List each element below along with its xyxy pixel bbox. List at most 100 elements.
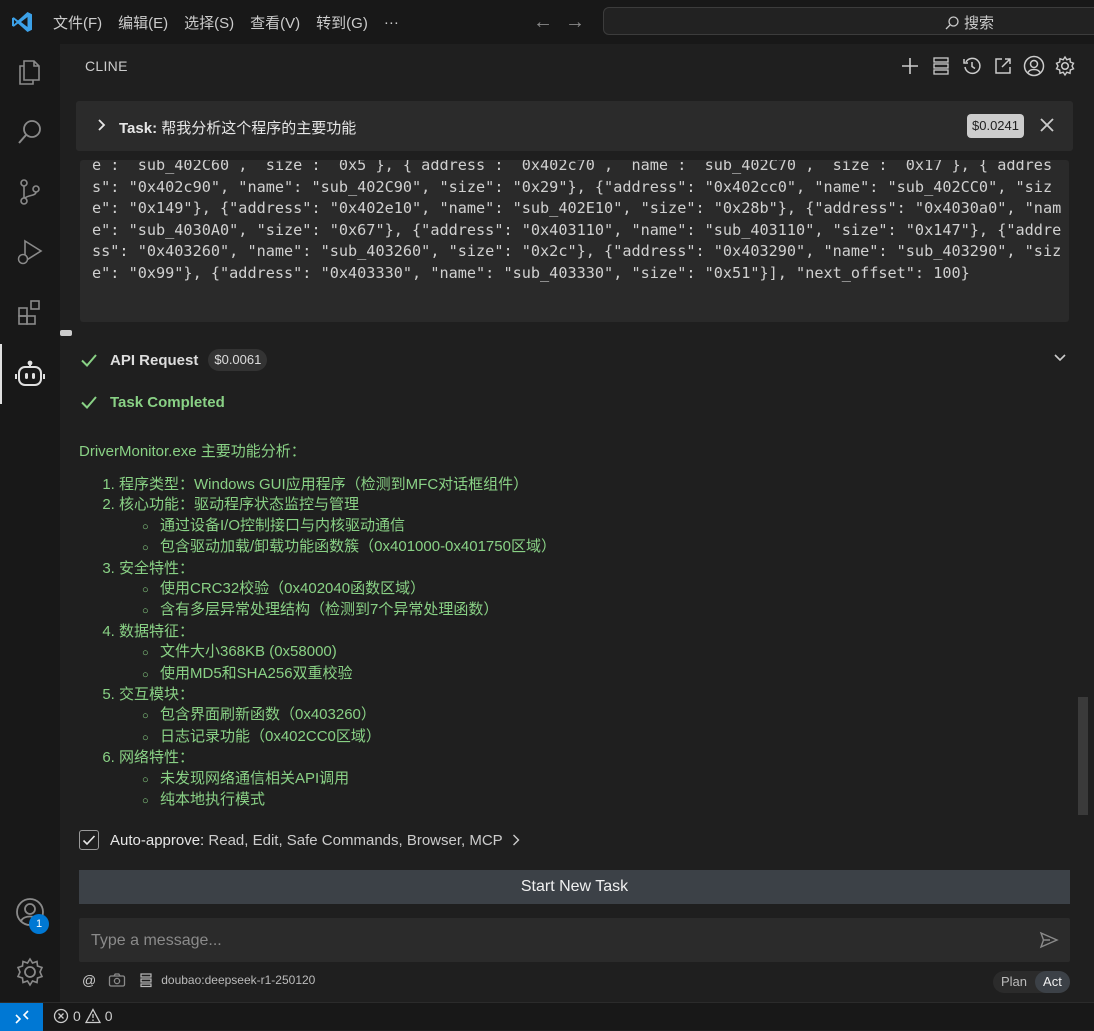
task-cost-badge: $0.0241: [967, 114, 1024, 138]
result-text: DriverMonitor.exe 主要功能分析： 程序类型：Windows G…: [79, 440, 556, 812]
search-icon: [945, 15, 959, 29]
result-item: 网络特性： 未发现网络通信相关API调用 纯本地执行模式: [119, 748, 556, 811]
account-circle-icon[interactable]: [1022, 54, 1046, 78]
command-center-search[interactable]: 搜索: [603, 7, 1094, 35]
result-subitem: 文件大小368KB (0x58000): [160, 642, 556, 663]
title-bar: 文件(F) 编辑(E) 选择(S) 查看(V) 转到(G) ··· ← → 搜索: [0, 0, 1094, 44]
activity-bar: 1: [0, 44, 60, 1002]
result-subitem: 使用MD5和SHA256双重校验: [160, 664, 556, 685]
auto-approve-checkbox[interactable]: [79, 830, 99, 850]
search-view-icon[interactable]: [12, 114, 48, 150]
history-icon[interactable]: [960, 54, 984, 78]
cline-robot-icon[interactable]: [12, 356, 48, 392]
composer-toolbar: @ doubao:deepseek-r1-250120: [82, 972, 315, 988]
result-sublist: 包含界面刷新函数（0x403260） 日志记录功能（0x402CC0区域）: [119, 705, 556, 748]
error-count: 0: [73, 1008, 81, 1024]
menu-go[interactable]: 转到(G): [308, 12, 376, 33]
result-sublist: 文件大小368KB (0x58000) 使用MD5和SHA256双重校验: [119, 642, 556, 685]
result-subitem: 含有多层异常处理结构（检测到7个异常处理函数）: [160, 600, 556, 621]
back-arrow-icon[interactable]: ←: [533, 10, 553, 34]
active-indicator: [0, 344, 2, 404]
result-sublist: 未发现网络通信相关API调用 纯本地执行模式: [119, 769, 556, 812]
source-control-icon[interactable]: [12, 174, 48, 210]
result-item-title: 安全特性：: [119, 559, 195, 577]
plan-act-toggle[interactable]: Plan Act: [993, 971, 1070, 993]
menu-selection[interactable]: 选择(S): [176, 12, 242, 33]
api-request-cost: $0.0061: [208, 349, 268, 371]
warning-count: 0: [104, 1008, 113, 1024]
result-item-title: 交互模块：: [119, 686, 195, 704]
warning-icon: [84, 1008, 101, 1024]
result-subitem: 通过设备I/O控制接口与内核驱动通信: [160, 516, 556, 537]
checkmark-icon: [82, 835, 96, 846]
result-item: 程序类型：Windows GUI应用程序（检测到MFC对话框组件）: [119, 475, 556, 495]
task-header[interactable]: Task: 帮我分析这个程序的主要功能: [76, 101, 1073, 151]
plus-icon[interactable]: [898, 54, 922, 78]
result-subitem: 未发现网络通信相关API调用: [160, 769, 556, 790]
task-text: 帮我分析这个程序的主要功能: [161, 120, 357, 137]
act-mode-option[interactable]: Act: [1035, 971, 1070, 993]
error-icon: [53, 1008, 69, 1024]
task-completed-label: Task Completed: [110, 393, 225, 411]
close-icon[interactable]: [1037, 115, 1057, 135]
run-debug-icon[interactable]: [12, 234, 48, 270]
mcp-servers-icon[interactable]: [929, 54, 953, 78]
scrollbar-thumb[interactable]: [1078, 697, 1088, 815]
result-sublist: 通过设备I/O控制接口与内核驱动通信 包含驱动加载/卸载功能函数簇（0x4010…: [119, 516, 556, 559]
nav-arrows: ← →: [533, 10, 585, 34]
search-label-group: 搜索: [944, 12, 994, 33]
forward-arrow-icon[interactable]: →: [565, 10, 585, 34]
auto-approve-value: Read, Edit, Safe Commands, Browser, MCP: [208, 831, 503, 849]
message-box: [79, 918, 1070, 962]
menu-view[interactable]: 查看(V): [242, 12, 308, 33]
search-label: 搜索: [964, 15, 995, 32]
explorer-icon[interactable]: [12, 54, 48, 90]
auto-approve-label: Auto-approve:: [110, 831, 205, 849]
check-icon: [81, 396, 97, 409]
check-icon: [81, 354, 97, 367]
model-selector[interactable]: doubao:deepseek-r1-250120: [161, 973, 315, 987]
result-heading: DriverMonitor.exe 主要功能分析：: [79, 443, 306, 460]
result-subitem: 包含驱动加载/卸载功能函数簇（0x401000-0x401750区域）: [160, 537, 556, 558]
chevron-right-icon[interactable]: [509, 833, 523, 847]
result-list: 程序类型：Windows GUI应用程序（检测到MFC对话框组件） 核心功能：驱…: [79, 475, 556, 812]
result-item-title: 数据特征：: [119, 622, 195, 640]
start-new-task-button[interactable]: Start New Task: [79, 870, 1070, 904]
menu-more[interactable]: ···: [376, 14, 407, 31]
result-item-title: 程序类型：Windows GUI应用程序（检测到MFC对话框组件）: [119, 476, 529, 493]
server-icon[interactable]: [138, 972, 154, 988]
panel-title: CLINE: [85, 58, 128, 74]
chevron-down-icon[interactable]: [1052, 350, 1068, 366]
result-subitem: 纯本地执行模式: [160, 790, 556, 811]
camera-icon[interactable]: [108, 972, 126, 988]
result-subitem: 包含界面刷新函数（0x403260）: [160, 705, 556, 726]
api-request-row[interactable]: API Request $0.0061: [80, 345, 268, 375]
popout-icon[interactable]: [991, 54, 1015, 78]
status-bar: 0 0: [0, 1002, 1094, 1031]
result-subitem: 使用CRC32校验（0x402040函数区域）: [160, 579, 556, 600]
result-item-title: 网络特性：: [119, 749, 195, 767]
task-completed-row: Task Completed: [80, 393, 225, 411]
chevron-right-icon[interactable]: [94, 117, 110, 133]
auto-approve-row[interactable]: Auto-approve: Read, Edit, Safe Commands,…: [79, 830, 523, 850]
manage-gear-icon[interactable]: [12, 954, 48, 990]
task-prefix: Task:: [119, 120, 158, 137]
result-item: 数据特征： 文件大小368KB (0x58000) 使用MD5和SHA256双重…: [119, 622, 556, 685]
result-subitem: 日志记录功能（0x402CC0区域）: [160, 727, 556, 748]
menu-edit[interactable]: 编辑(E): [110, 12, 176, 33]
result-item: 交互模块： 包含界面刷新函数（0x403260） 日志记录功能（0x402CC0…: [119, 685, 556, 748]
problems-indicator[interactable]: 0 0: [53, 1008, 113, 1024]
tool-output-text: e : sub_402C60 , size : 0x5 }, { address…: [92, 160, 1062, 282]
vscode-logo-icon: [12, 12, 32, 32]
extensions-icon[interactable]: [12, 294, 48, 330]
result-sublist: 使用CRC32校验（0x402040函数区域） 含有多层异常处理结构（检测到7个…: [119, 579, 556, 622]
menu-bar: 文件(F) 编辑(E) 选择(S) 查看(V) 转到(G) ···: [45, 0, 407, 44]
send-icon[interactable]: [1039, 930, 1059, 950]
resize-handle[interactable]: [60, 330, 72, 336]
message-input[interactable]: [89, 926, 993, 956]
settings-gear-icon[interactable]: [1053, 54, 1077, 78]
plan-mode-option[interactable]: Plan: [993, 971, 1035, 993]
mention-button[interactable]: @: [82, 972, 96, 988]
remote-indicator[interactable]: [0, 1003, 43, 1031]
menu-file[interactable]: 文件(F): [45, 12, 110, 33]
